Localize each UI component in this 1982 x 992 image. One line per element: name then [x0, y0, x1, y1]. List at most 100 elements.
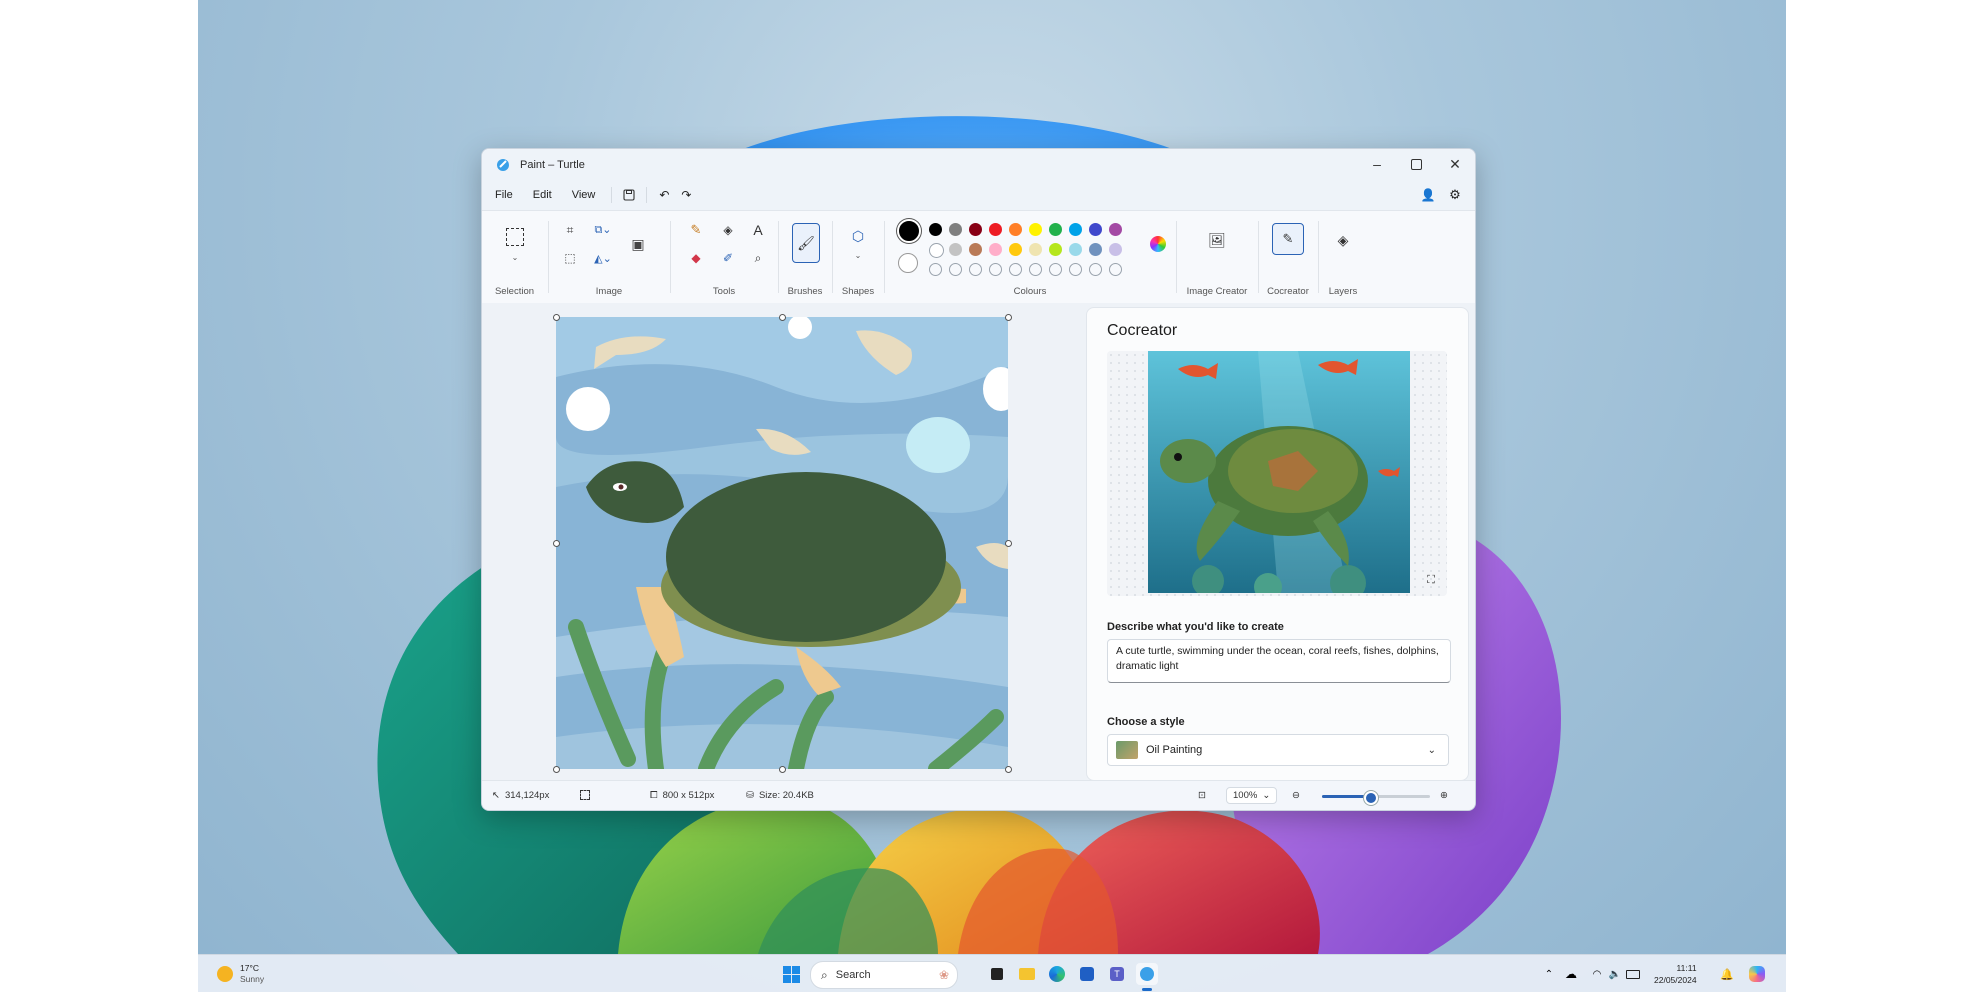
text-button[interactable]: A	[747, 219, 769, 241]
selection-button[interactable]	[503, 225, 527, 249]
custom-color-slot[interactable]	[1069, 263, 1082, 276]
fit-to-window-button[interactable]: ⊡	[1198, 790, 1206, 801]
rotate-button[interactable]: ◭⌄	[587, 247, 619, 269]
file-explorer-button[interactable]	[1016, 963, 1038, 985]
resize-handle[interactable]	[553, 766, 560, 773]
maximize-button[interactable]	[1397, 149, 1435, 179]
color-swatch[interactable]	[1069, 243, 1082, 256]
crop-button[interactable]: ⌗	[559, 219, 581, 241]
onedrive-button[interactable]: ☁	[1560, 963, 1582, 985]
custom-color-slot[interactable]	[989, 263, 1002, 276]
color-swatch[interactable]	[1029, 223, 1042, 236]
custom-color-slot[interactable]	[949, 263, 962, 276]
resize-handle[interactable]	[1005, 540, 1012, 547]
custom-color-slot[interactable]	[1049, 263, 1062, 276]
custom-color-slot[interactable]	[1009, 263, 1022, 276]
store-button[interactable]	[1076, 963, 1098, 985]
color-swatch[interactable]	[1089, 243, 1102, 256]
zoom-out-button[interactable]: ⊖	[1292, 790, 1300, 801]
zoom-slider[interactable]	[1322, 791, 1430, 805]
resize-handle[interactable]	[779, 766, 786, 773]
color-swatch[interactable]	[1109, 223, 1122, 236]
secondary-color-swatch[interactable]	[898, 253, 918, 273]
clock[interactable]: 11:11 22/05/2024	[1654, 962, 1697, 986]
edge-button[interactable]	[1046, 963, 1068, 985]
close-button[interactable]: ✕	[1436, 149, 1474, 179]
resize-handle[interactable]	[1005, 766, 1012, 773]
resize-handle[interactable]	[779, 314, 786, 321]
resize-button[interactable]: ⧉⌄	[587, 219, 619, 241]
color-swatch[interactable]	[929, 243, 944, 258]
color-swatch[interactable]	[1009, 223, 1022, 236]
task-view-button[interactable]	[986, 963, 1008, 985]
taskbar-search-box[interactable]: ⌕ Search ❀	[810, 961, 958, 989]
layers-button[interactable]: ◈	[1332, 229, 1354, 251]
prompt-input[interactable]: A cute turtle, swimming under the ocean,…	[1107, 639, 1451, 683]
zoom-dropdown[interactable]: 100% ⌄	[1226, 787, 1278, 804]
cocreator-button[interactable]: ✎	[1272, 223, 1304, 255]
eraser-button[interactable]: ◆	[685, 247, 707, 269]
color-picker-button[interactable]: ✐	[717, 247, 739, 269]
shapes-dropdown[interactable]: ⌄	[847, 249, 869, 261]
account-button[interactable]: 👤	[1417, 184, 1439, 206]
custom-color-slot[interactable]	[1109, 263, 1122, 276]
resize-handle[interactable]	[1005, 314, 1012, 321]
color-swatch[interactable]	[989, 223, 1002, 236]
color-swatch[interactable]	[989, 243, 1002, 256]
color-swatch[interactable]	[1089, 223, 1102, 236]
style-dropdown[interactable]: Oil Painting ⌄	[1107, 734, 1449, 766]
expand-image-button[interactable]: ⛶	[1422, 571, 1440, 589]
edit-colours-button[interactable]	[1147, 233, 1169, 255]
remove-background-button[interactable]: ⬚	[559, 247, 581, 269]
shapes-button[interactable]: ⬡	[847, 225, 869, 247]
image-creator-button[interactable]: 🖼	[1206, 229, 1228, 251]
menu-file[interactable]: File	[485, 189, 523, 201]
color-swatch[interactable]	[1049, 243, 1062, 256]
fill-button[interactable]: ◈	[717, 219, 739, 241]
paint-taskbar-button[interactable]	[1136, 963, 1158, 985]
resize-handle[interactable]	[553, 540, 560, 547]
minimize-button[interactable]: –	[1358, 149, 1396, 179]
color-swatch[interactable]	[929, 223, 942, 236]
drawing-canvas[interactable]	[556, 317, 1008, 769]
color-swatch[interactable]	[1029, 243, 1042, 256]
magnifier-button[interactable]: ⌕	[747, 247, 769, 269]
custom-color-slot[interactable]	[929, 263, 942, 276]
menu-view[interactable]: View	[562, 189, 606, 201]
battery-button[interactable]	[1622, 963, 1644, 985]
start-button[interactable]	[780, 963, 802, 985]
custom-color-slot[interactable]	[1029, 263, 1042, 276]
primary-color-swatch[interactable]	[897, 219, 921, 243]
undo-button[interactable]: ↶	[653, 184, 675, 206]
teams-button[interactable]: T	[1106, 963, 1128, 985]
weather-text[interactable]: 17°C Sunny	[240, 963, 264, 985]
generated-image[interactable]	[1148, 351, 1410, 593]
color-swatch[interactable]	[969, 243, 982, 256]
color-swatch[interactable]	[1069, 223, 1082, 236]
pencil-button[interactable]: ✎	[685, 219, 707, 241]
notifications-button[interactable]: 🔔	[1716, 963, 1738, 985]
menu-edit[interactable]: Edit	[523, 189, 562, 201]
color-swatch[interactable]	[969, 223, 982, 236]
settings-button[interactable]: ⚙	[1444, 184, 1466, 206]
color-swatch[interactable]	[1109, 243, 1122, 256]
weather-widget[interactable]	[214, 963, 236, 985]
zoom-in-button[interactable]: ⊕	[1440, 790, 1448, 801]
save-button[interactable]	[618, 184, 640, 206]
disk-icon: ⛁	[746, 790, 754, 801]
color-swatch[interactable]	[949, 223, 962, 236]
copilot-button[interactable]	[1746, 963, 1768, 985]
color-swatch[interactable]	[949, 243, 962, 256]
redo-button[interactable]: ↷	[675, 184, 697, 206]
show-hidden-icons-button[interactable]: ⌃	[1538, 963, 1560, 985]
custom-color-slot[interactable]	[969, 263, 982, 276]
zoom-slider-thumb[interactable]	[1363, 791, 1378, 805]
color-swatch[interactable]	[1049, 223, 1062, 236]
image-select-button[interactable]: ▣	[627, 233, 649, 255]
selection-dropdown[interactable]: ⌄	[504, 251, 526, 263]
folder-icon	[1019, 968, 1035, 980]
color-swatch[interactable]	[1009, 243, 1022, 256]
brushes-button[interactable]: 🖌	[792, 223, 820, 263]
custom-color-slot[interactable]	[1089, 263, 1102, 276]
resize-handle[interactable]	[553, 314, 560, 321]
